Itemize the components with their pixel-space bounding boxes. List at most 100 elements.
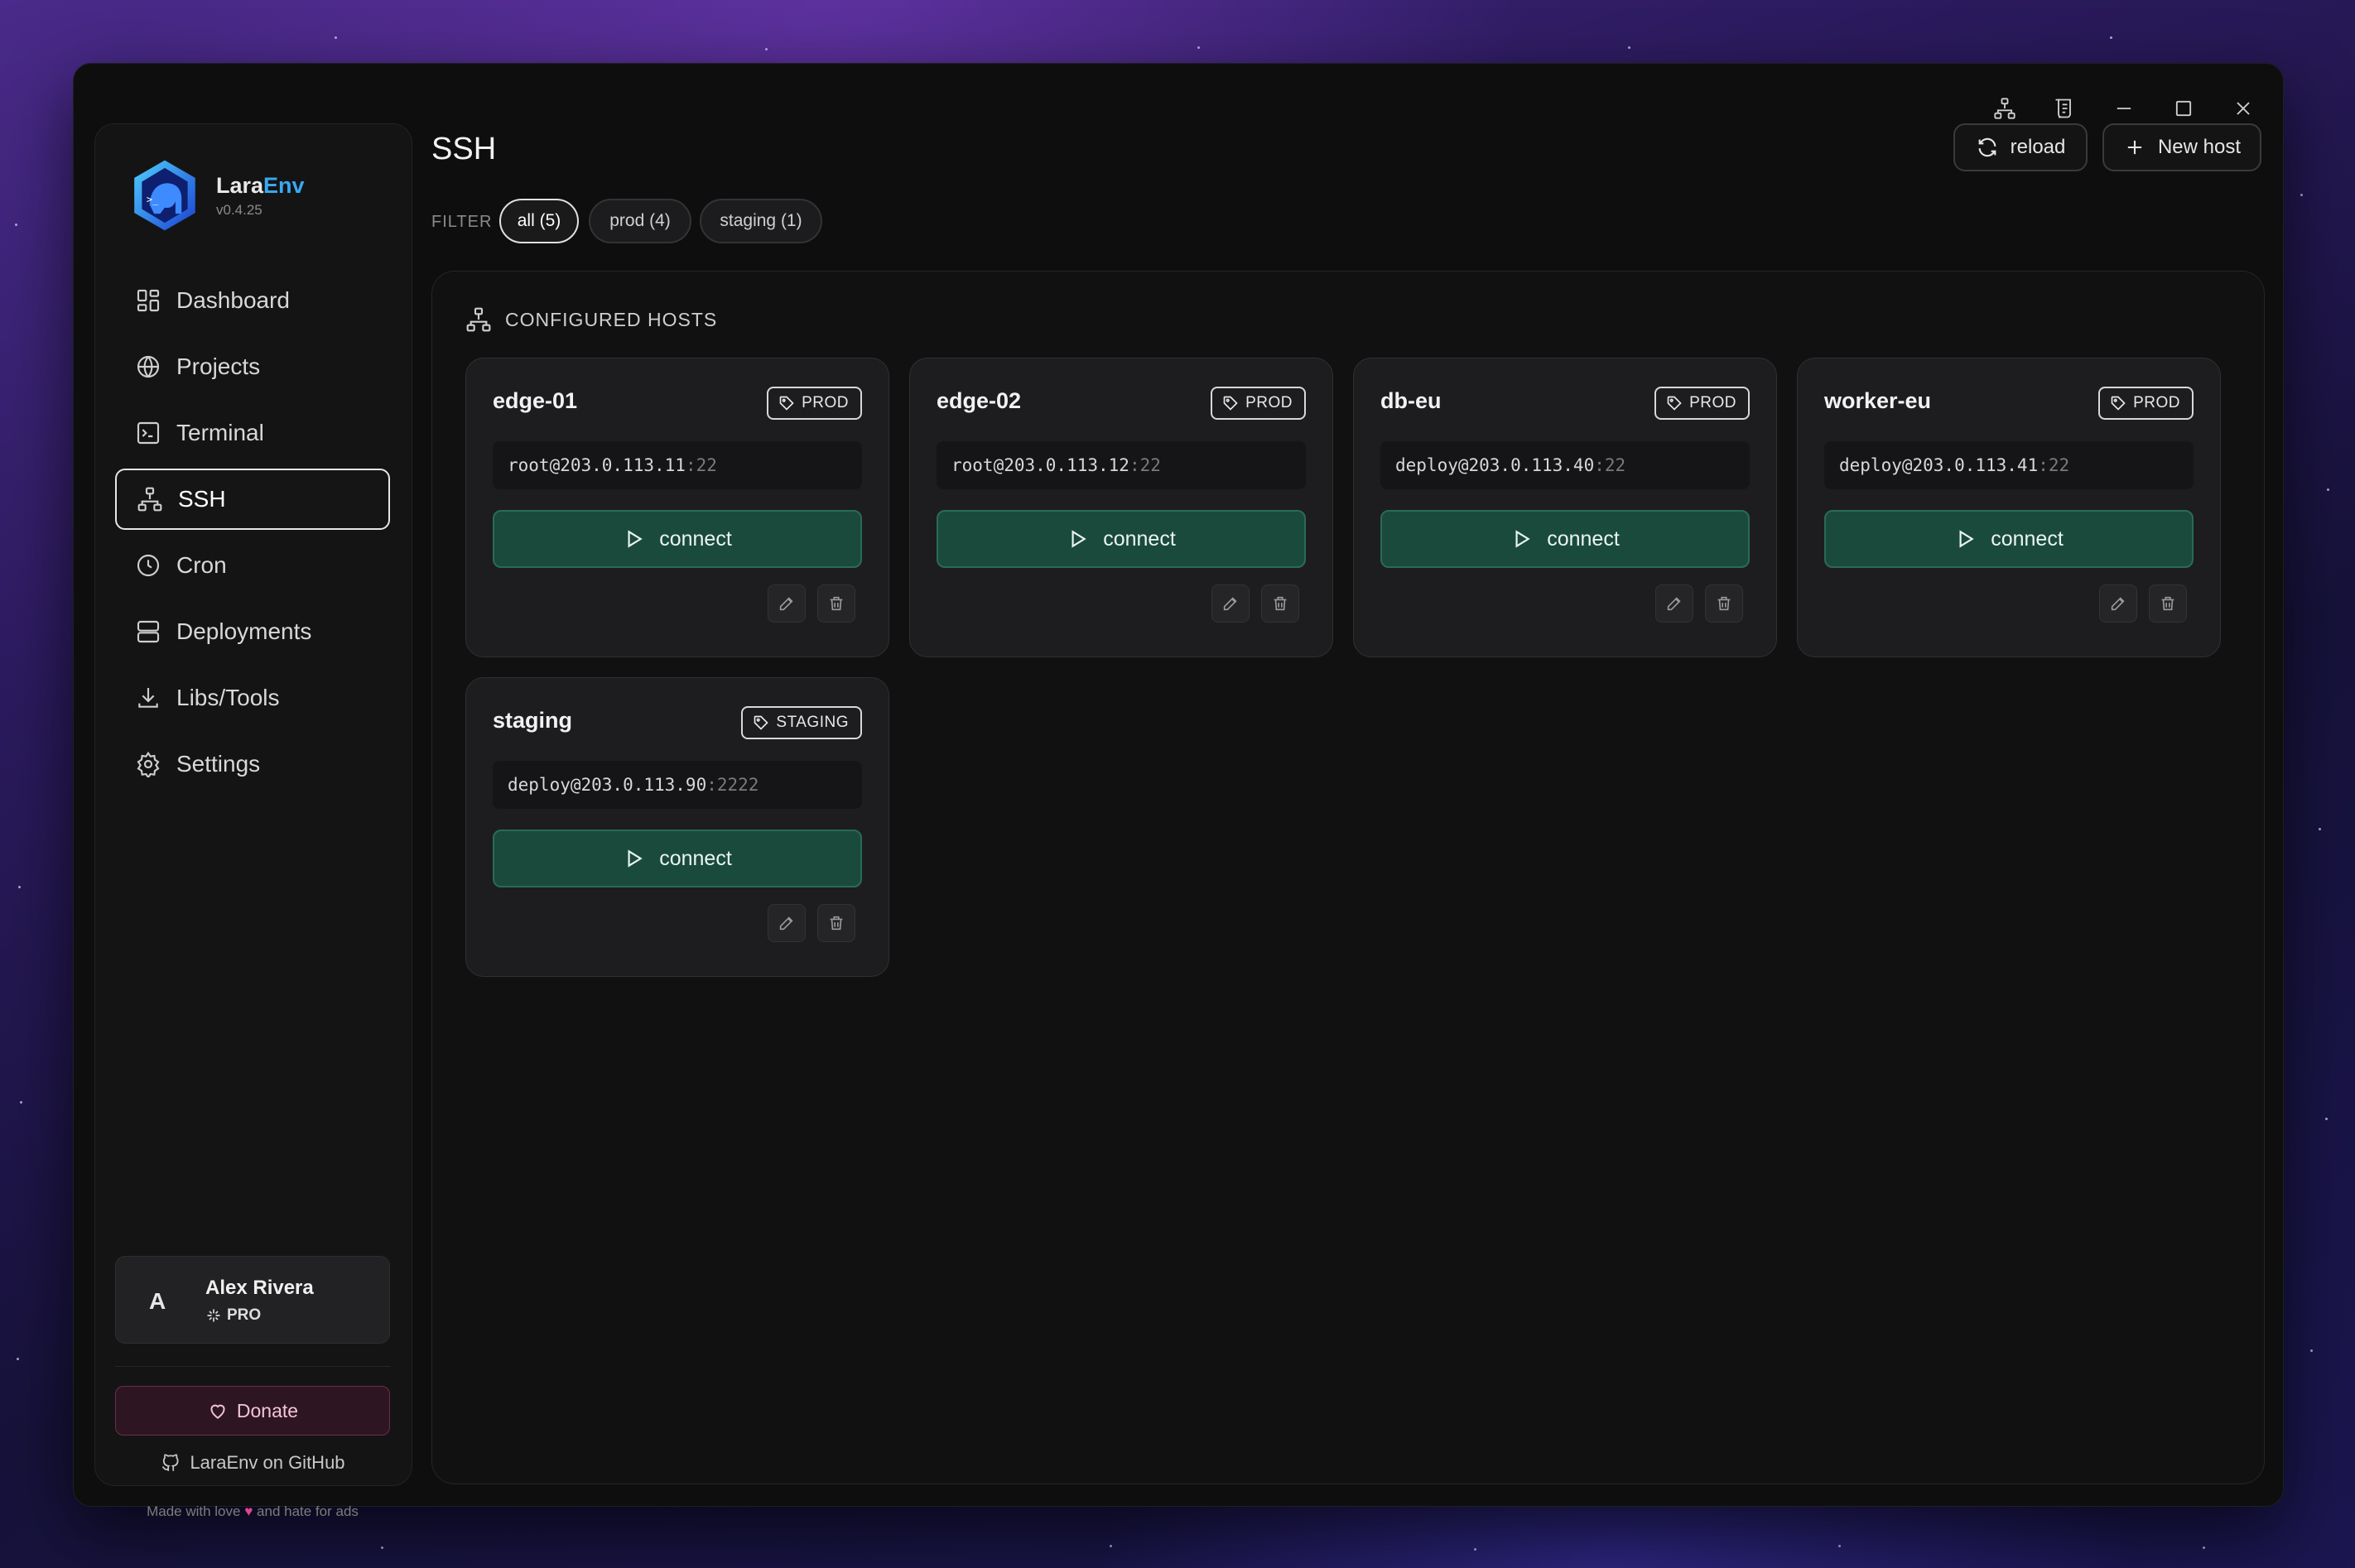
host-address: deploy@203.0.113.41:22 [1824, 441, 2194, 489]
reload-button[interactable]: reload [1953, 123, 2088, 171]
host-address: root@203.0.113.11:22 [493, 441, 862, 489]
svg-text:>_: >_ [147, 194, 159, 205]
brand-name: LaraEnv [216, 172, 305, 198]
play-icon [1515, 530, 1530, 548]
connect-button[interactable]: connect [937, 510, 1306, 568]
footer-note: Made with love ♥ and hate for ads [147, 1503, 359, 1519]
play-icon [1072, 530, 1086, 548]
sidebar-item-ssh[interactable]: SSH [115, 469, 390, 530]
gear-icon [137, 751, 160, 777]
delete-button[interactable] [1261, 584, 1299, 623]
pencil-icon [1223, 597, 1237, 611]
filter-chip-staging[interactable]: staging (1) [700, 199, 822, 243]
laraenv-logo-icon: >_ [134, 160, 195, 231]
user-plan: PRO [205, 1306, 261, 1325]
refresh-icon [1978, 137, 1996, 157]
network-icon [466, 307, 491, 332]
plus-icon [2127, 140, 2142, 155]
trash-icon [830, 596, 843, 611]
tag-icon [1667, 396, 1682, 411]
host-card-worker-eu: worker-eu PROD deploy@203.0.113.41:22 co… [1797, 358, 2221, 657]
host-tag: PROD [2098, 387, 2194, 420]
heart-icon [210, 1404, 225, 1419]
github-icon [162, 1454, 179, 1471]
terminal-icon [137, 421, 160, 445]
maximize-icon[interactable] [2167, 92, 2200, 125]
pencil-icon [779, 597, 793, 611]
delete-button[interactable] [817, 904, 855, 942]
hosts-panel: CONFIGURED HOSTS edge-01 PROD root@203.0… [431, 271, 2265, 1484]
trash-icon [1274, 596, 1287, 611]
globe-icon [137, 355, 160, 378]
play-icon [628, 849, 643, 868]
host-name: edge-01 [493, 388, 578, 413]
avatar: A [149, 1288, 166, 1314]
connect-button[interactable]: connect [493, 830, 862, 887]
close-icon[interactable] [2227, 92, 2260, 125]
host-tag: PROD [1654, 387, 1750, 420]
connect-button[interactable]: connect [1380, 510, 1750, 568]
tag-icon [1223, 396, 1238, 411]
host-name: db-eu [1380, 388, 1442, 413]
new-host-button[interactable]: New host [2102, 123, 2261, 171]
host-card-edge-02: edge-02 PROD root@203.0.113.12:22 connec… [909, 358, 1333, 657]
logs-icon[interactable] [2048, 92, 2081, 125]
plan-badge: PRO [227, 1306, 262, 1324]
sparkle-icon [207, 1309, 220, 1322]
divider [115, 1366, 390, 1367]
network-toggle-icon[interactable] [1988, 92, 2021, 125]
play-icon [628, 530, 643, 548]
filter-chip-all[interactable]: all (5) [499, 199, 579, 243]
connect-button[interactable]: connect [1824, 510, 2194, 568]
sidebar-item-terminal[interactable]: Terminal [115, 402, 390, 464]
edit-button[interactable] [1211, 584, 1250, 623]
edit-button[interactable] [768, 904, 806, 942]
panel-header: CONFIGURED HOSTS [465, 306, 717, 333]
sidebar-item-label: Deployments [176, 618, 312, 644]
sidebar-item-label: Settings [176, 751, 261, 777]
connect-button[interactable]: connect [493, 510, 862, 568]
donate-button[interactable]: Donate [115, 1386, 390, 1436]
tag-icon [754, 715, 769, 730]
edit-button[interactable] [1655, 584, 1693, 623]
host-tag: PROD [1211, 387, 1306, 420]
delete-button[interactable] [1705, 584, 1743, 623]
host-tag: STAGING [741, 706, 862, 739]
sidebar-item-libs-tools[interactable]: Libs/Tools [115, 667, 390, 729]
host-name: worker-eu [1824, 388, 1932, 413]
edit-button[interactable] [2099, 584, 2137, 623]
sidebar-item-cron[interactable]: Cron [115, 535, 390, 596]
user-card[interactable]: A Alex Rivera PRO [115, 1256, 390, 1344]
host-name: staging [493, 708, 573, 733]
brand[interactable]: >_ LaraEnv v0.4.25 [127, 157, 305, 233]
delete-button[interactable] [817, 584, 855, 623]
heart-icon: ♥ [244, 1503, 253, 1519]
pencil-icon [2111, 597, 2125, 611]
pencil-icon [1667, 597, 1681, 611]
donate-label: Donate [236, 1399, 299, 1421]
clock-icon [137, 554, 160, 577]
sidebar-item-settings[interactable]: Settings [115, 733, 390, 795]
delete-button[interactable] [2149, 584, 2187, 623]
server-icon [137, 620, 160, 643]
trash-icon [2161, 596, 2174, 611]
sidebar-item-deployments[interactable]: Deployments [115, 601, 390, 662]
host-card-staging: staging STAGING deploy@203.0.113.90:2222… [465, 677, 889, 977]
sidebar-item-projects[interactable]: Projects [115, 336, 390, 397]
github-link[interactable]: LaraEnv on GitHub [115, 1452, 390, 1474]
play-icon [1959, 530, 1974, 548]
app-window: >_ LaraEnv v0.4.25 Dashboard Projects Te… [73, 63, 2284, 1519]
minimize-icon[interactable] [2107, 92, 2141, 125]
host-address: deploy@203.0.113.40:22 [1380, 441, 1750, 489]
host-card-edge-01: edge-01 PROD root@203.0.113.11:22 connec… [465, 358, 889, 657]
host-card-db-eu: db-eu PROD deploy@203.0.113.40:22 connec… [1353, 358, 1777, 657]
panel-title: CONFIGURED HOSTS [505, 308, 718, 330]
filter-chip-prod[interactable]: prod (4) [589, 199, 691, 243]
sidebar-item-label: SSH [178, 486, 226, 512]
sidebar-item-dashboard[interactable]: Dashboard [115, 270, 390, 331]
trash-icon [1717, 596, 1731, 611]
github-label: LaraEnv on GitHub [190, 1452, 345, 1473]
host-tag: PROD [767, 387, 862, 420]
edit-button[interactable] [768, 584, 806, 623]
host-name: edge-02 [937, 388, 1022, 413]
